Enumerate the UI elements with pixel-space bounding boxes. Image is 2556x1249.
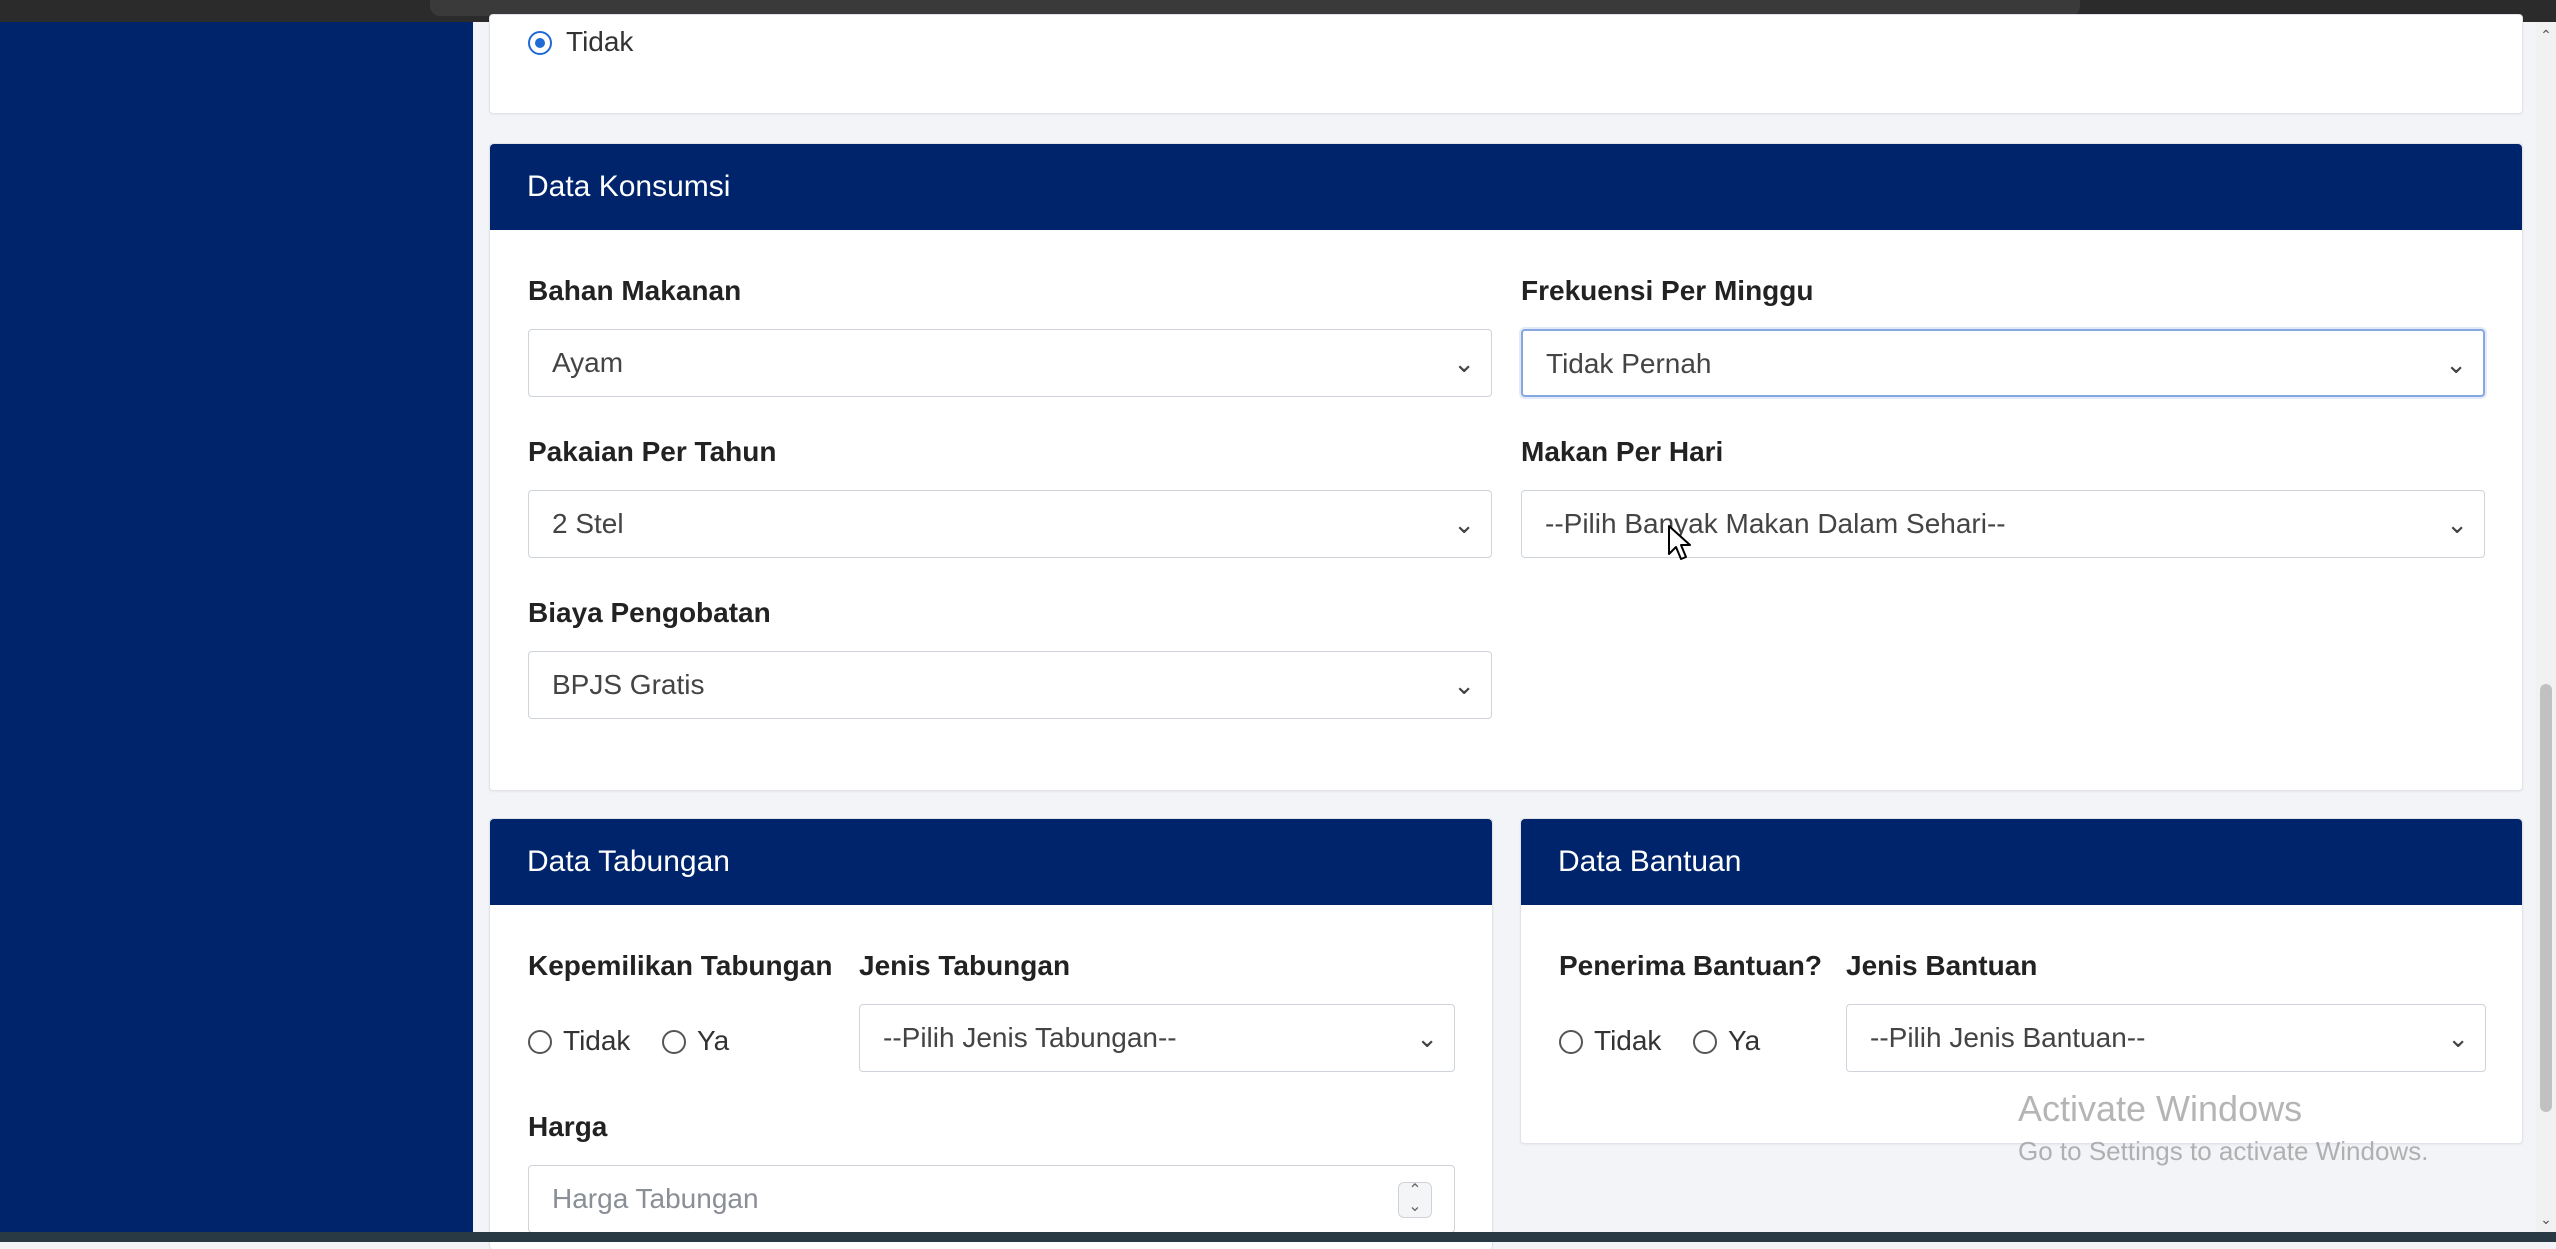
penerima-bantuan-label: Penerima Bantuan? [1559, 950, 1822, 981]
radio-bantuan-tidak[interactable] [1559, 1030, 1583, 1054]
vertical-scrollbar[interactable]: ⌃ ⌄ [2536, 22, 2556, 1232]
radio-tabungan-ya-label: Ya [697, 1025, 730, 1056]
jenis-bantuan-label: Jenis Bantuan [1846, 950, 2038, 981]
chevron-down-icon: ⌄ [1453, 509, 1475, 539]
pakaian-label: Pakaian Per Tahun [528, 436, 777, 467]
radio-tidak-selected[interactable] [528, 31, 552, 55]
frekuensi-value: Tidak Pernah [1546, 348, 1712, 379]
pakaian-value: 2 Stel [552, 508, 624, 539]
jenis-tabungan-value: --Pilih Jenis Tabungan-- [883, 1022, 1177, 1053]
data-konsumsi-card: Data Konsumsi Bahan Makanan Ayam ⌄ Freku… [489, 143, 2523, 791]
sidebar [0, 22, 473, 1232]
mouse-pointer-icon [1668, 525, 1691, 560]
makan-per-hari-select[interactable]: --Pilih Banyak Makan Dalam Sehari-- ⌄ [1521, 490, 2485, 558]
scroll-up-icon[interactable]: ⌃ [2539, 28, 2553, 42]
chevron-down-icon: ⌄ [1416, 1023, 1438, 1053]
makan-per-hari-label: Makan Per Hari [1521, 436, 1724, 467]
number-spinner-icon[interactable]: ⌃ ⌄ [1398, 1182, 1432, 1218]
frekuensi-select[interactable]: Tidak Pernah ⌄ [1521, 329, 2485, 397]
radio-tabungan-ya[interactable] [662, 1030, 686, 1054]
pakaian-select[interactable]: 2 Stel ⌄ [528, 490, 1492, 558]
chevron-down-icon: ⌄ [1453, 348, 1475, 378]
chevron-down-icon: ⌄ [1453, 670, 1475, 700]
activate-windows-title: Activate Windows [2018, 1088, 2303, 1129]
jenis-tabungan-label: Jenis Tabungan [859, 950, 1071, 981]
radio-tabungan-tidak[interactable] [528, 1030, 552, 1054]
bahan-makanan-label: Bahan Makanan [528, 275, 742, 306]
makan-per-hari-value: --Pilih Banyak Makan Dalam Sehari-- [1545, 508, 2006, 539]
chevron-down-icon: ⌄ [2445, 349, 2467, 379]
bahan-makanan-value: Ayam [552, 347, 624, 378]
radio-bantuan-ya-label: Ya [1728, 1025, 1761, 1056]
radio-tabungan-tidak-label: Tidak [563, 1025, 631, 1056]
radio-tidak-label: Tidak [566, 26, 634, 57]
chevron-down-icon: ⌄ [2447, 1023, 2469, 1053]
bahan-makanan-select[interactable]: Ayam ⌄ [528, 329, 1492, 397]
kepemilikan-tabungan-label: Kepemilikan Tabungan [528, 950, 833, 981]
scrollbar-thumb[interactable] [2540, 684, 2552, 1112]
previous-section-card: Tidak [489, 14, 2523, 114]
scroll-down-icon[interactable]: ⌄ [2539, 1212, 2553, 1226]
biaya-pengobatan-label: Biaya Pengobatan [528, 597, 771, 628]
harga-tabungan-input[interactable]: Harga Tabungan ⌃ ⌄ [528, 1165, 1455, 1233]
jenis-bantuan-value: --Pilih Jenis Bantuan-- [1870, 1022, 2146, 1053]
frekuensi-label: Frekuensi Per Minggu [1521, 275, 1814, 306]
data-tabungan-card: Data Tabungan Kepemilikan Tabungan Tidak… [489, 818, 1493, 1249]
data-bantuan-header: Data Bantuan [1521, 819, 2522, 905]
harga-tabungan-placeholder: Harga Tabungan [552, 1183, 759, 1214]
harga-label: Harga [528, 1111, 608, 1142]
taskbar-strip [0, 1232, 2556, 1242]
radio-bantuan-tidak-label: Tidak [1594, 1025, 1662, 1056]
jenis-bantuan-select[interactable]: --Pilih Jenis Bantuan-- ⌄ [1846, 1004, 2486, 1072]
chevron-down-icon: ⌄ [2446, 509, 2468, 539]
data-konsumsi-header: Data Konsumsi [490, 144, 2522, 230]
activate-windows-subtitle: Go to Settings to activate Windows. [2018, 1136, 2429, 1166]
biaya-pengobatan-value: BPJS Gratis [552, 669, 705, 700]
radio-bantuan-ya[interactable] [1693, 1030, 1717, 1054]
biaya-pengobatan-select[interactable]: BPJS Gratis ⌄ [528, 651, 1492, 719]
data-tabungan-header: Data Tabungan [490, 819, 1492, 905]
jenis-tabungan-select[interactable]: --Pilih Jenis Tabungan-- ⌄ [859, 1004, 1455, 1072]
